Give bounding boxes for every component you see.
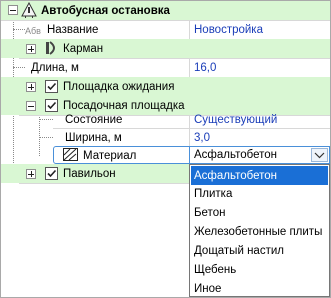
row-divider xyxy=(19,183,189,184)
option-label: Щебень xyxy=(194,264,237,276)
property-row-width[interactable]: Ширина, м 3,0 xyxy=(1,128,330,147)
option-other[interactable]: Иное xyxy=(191,279,328,297)
waiting-area-label: Площадка ожидания xyxy=(63,81,175,93)
dropdown-button[interactable] xyxy=(311,148,328,162)
option-wooden-deck[interactable]: Дощатый настил xyxy=(191,241,328,260)
collapse-icon[interactable] xyxy=(8,5,18,15)
expand-icon[interactable] xyxy=(26,82,36,92)
option-concrete[interactable]: Бетон xyxy=(191,203,328,222)
pocket-icon xyxy=(46,41,55,55)
chevron-down-icon xyxy=(314,152,325,159)
material-select[interactable]: Асфальтобетон xyxy=(189,146,330,164)
length-label: Длина, м xyxy=(31,62,79,74)
material-pattern-icon xyxy=(63,148,78,161)
root-label: Автобусная остановка xyxy=(41,5,170,17)
state-label: Состояние xyxy=(65,114,123,126)
property-row-name[interactable]: Абв Название Новостройка xyxy=(1,20,330,39)
option-label: Дощатый настил xyxy=(194,245,284,257)
tree-item-pocket[interactable]: Карман xyxy=(1,39,330,58)
material-label: Материал xyxy=(83,150,137,162)
length-value[interactable]: 16,0 xyxy=(194,61,216,75)
option-asphalt-concrete[interactable]: Асфальтобетон xyxy=(191,166,328,185)
property-tree-panel: Автобусная остановка Абв Название Новост… xyxy=(0,0,331,298)
option-label: Железобетонные плиты xyxy=(194,226,323,238)
bus-stop-icon xyxy=(21,2,37,18)
option-label: Бетон xyxy=(194,207,226,219)
tree-item-pavilion[interactable]: Павильон xyxy=(1,164,189,183)
option-label: Плитка xyxy=(194,188,233,200)
tree-item-waiting-area[interactable]: Площадка ожидания xyxy=(1,77,330,96)
option-label: Асфальтобетон xyxy=(194,170,277,182)
expand-icon[interactable] xyxy=(26,44,36,54)
property-row-length[interactable]: Длина, м 16,0 xyxy=(1,58,330,77)
waiting-area-checkbox[interactable] xyxy=(45,80,58,93)
option-tile[interactable]: Плитка xyxy=(191,184,328,203)
pavilion-checkbox[interactable] xyxy=(45,167,58,180)
option-label: Иное xyxy=(194,283,222,295)
pocket-label: Карман xyxy=(63,43,104,55)
state-value[interactable]: Существующий xyxy=(194,113,277,127)
option-reinforced-concrete-slabs[interactable]: Железобетонные плиты xyxy=(191,222,328,241)
width-label: Ширина, м xyxy=(65,132,122,144)
name-value[interactable]: Новостройка xyxy=(194,23,263,37)
name-label: Название xyxy=(47,24,99,36)
option-gravel[interactable]: Щебень xyxy=(191,260,328,279)
material-select-value: Асфальтобетон xyxy=(194,149,277,161)
expand-icon[interactable] xyxy=(26,169,36,179)
text-type-icon: Абв xyxy=(25,26,41,36)
material-dropdown-list[interactable]: Асфальтобетон Плитка Бетон Железобетонны… xyxy=(189,164,330,297)
width-value[interactable]: 3,0 xyxy=(194,131,210,145)
tree-root-row[interactable]: Автобусная остановка xyxy=(1,1,330,20)
pavilion-label: Павильон xyxy=(63,168,116,180)
property-row-state[interactable]: Состояние Существующий xyxy=(1,110,330,129)
